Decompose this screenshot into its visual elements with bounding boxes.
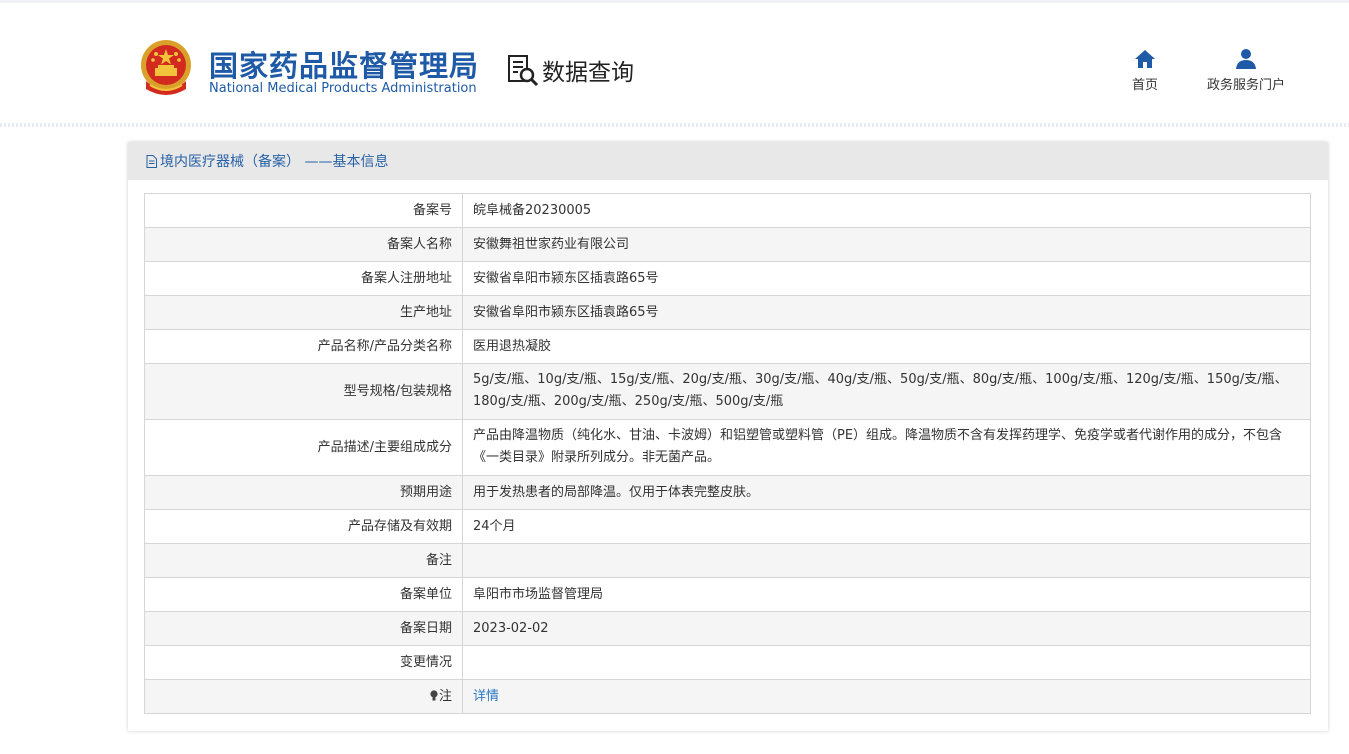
national-emblem-icon [141,40,191,95]
nav-service-portal-link[interactable]: 政务服务门户 [1196,48,1296,93]
table-row: 备案人名称 安徽舞祖世家药业有限公司 [144,227,1311,262]
table-row: 备案单位 阜阳市市场监督管理局 [144,577,1311,612]
field-label: 产品描述/主要组成成分 [144,419,463,476]
table-row: 产品名称/产品分类名称 医用退热凝胶 [144,329,1311,364]
panel-header: 境内医疗器械（备案） ——基本信息 [128,142,1328,180]
field-label: 备案日期 [144,611,463,646]
nav-home-link[interactable]: 首页 [1125,48,1165,93]
field-label: 型号规格/包装规格 [144,363,463,420]
table-row: 备案日期 2023-02-02 [144,611,1311,646]
table-row: 预期用途 用于发热患者的局部降温。仅用于体表完整皮肤。 [144,475,1311,510]
field-value: 5g/支/瓶、10g/支/瓶、15g/支/瓶、20g/支/瓶、30g/支/瓶、4… [462,363,1311,420]
field-value: 用于发热患者的局部降温。仅用于体表完整皮肤。 [462,475,1311,510]
field-value: 安徽省阜阳市颍东区插袁路65号 [462,261,1311,296]
panel-title: 境内医疗器械（备案） ——基本信息 [160,154,389,170]
field-label: 备案单位 [144,577,463,612]
document-icon [146,154,157,168]
header-divider [0,123,1349,127]
field-label: 生产地址 [144,295,463,330]
field-label: 产品存储及有效期 [144,509,463,544]
field-label: 产品名称/产品分类名称 [144,329,463,364]
field-label: 备案人名称 [144,227,463,262]
field-value [462,543,1311,578]
table-row: 产品描述/主要组成成分 产品由降温物质（纯化水、甘油、卡波姆）和铝塑管或塑料管（… [144,419,1311,476]
field-value: 2023-02-02 [462,611,1311,646]
detail-cell: 详情 [462,679,1311,714]
site-subtitle: National Medical Products Administration [209,81,477,96]
table-row: 备案人注册地址 安徽省阜阳市颍东区插袁路65号 [144,261,1311,296]
site-title: 国家药品监督管理局 [209,49,480,83]
nav-service-portal-label: 政务服务门户 [1206,78,1285,93]
field-label: 预期用途 [144,475,463,510]
field-value: 医用退热凝胶 [462,329,1311,364]
field-label: 备注 [144,543,463,578]
field-value: 安徽省阜阳市颍东区插袁路65号 [462,295,1311,330]
field-value: 产品由降温物质（纯化水、甘油、卡波姆）和铝塑管或塑料管（PE）组成。降温物质不含… [462,419,1311,476]
field-value: 24个月 [462,509,1311,544]
data-query-label: 数据查询 [542,60,634,86]
field-value: 皖阜械备20230005 [462,193,1311,228]
record-panel: 境内医疗器械（备案） ——基本信息 备案号 皖阜械备20230005 备案人名称… [128,142,1328,731]
basic-info-table: 备案号 皖阜械备20230005 备案人名称 安徽舞祖世家药业有限公司 备案人注… [144,193,1311,714]
document-search-icon [508,55,539,87]
field-value: 阜阳市市场监督管理局 [462,577,1311,612]
home-icon [1135,50,1155,68]
table-row: 型号规格/包装规格 5g/支/瓶、10g/支/瓶、15g/支/瓶、20g/支/瓶… [144,363,1311,420]
user-icon [1236,49,1256,69]
field-value [462,645,1311,680]
nav-home-label: 首页 [1131,78,1158,93]
table-row: 变更情况 [144,645,1311,680]
table-row: 备注 [144,543,1311,578]
field-label: 变更情况 [144,645,463,680]
table-row: 备案号 皖阜械备20230005 [144,193,1311,228]
detail-link[interactable]: 详情 [473,689,499,704]
field-label: 备案人注册地址 [144,261,463,296]
table-row: 产品存储及有效期 24个月 [144,509,1311,544]
table-row: 注 详情 [144,679,1311,714]
site-header: 国家药品监督管理局 National Medical Products Admi… [0,3,1349,126]
data-query-heading: 数据查询 [507,53,634,87]
field-label: 注 [438,688,452,704]
lightbulb-icon [430,689,438,700]
field-label: 备案号 [144,193,463,228]
table-row: 生产地址 安徽省阜阳市颍东区插袁路65号 [144,295,1311,330]
note-label-cell: 注 [144,679,463,714]
field-value: 安徽舞祖世家药业有限公司 [462,227,1311,262]
